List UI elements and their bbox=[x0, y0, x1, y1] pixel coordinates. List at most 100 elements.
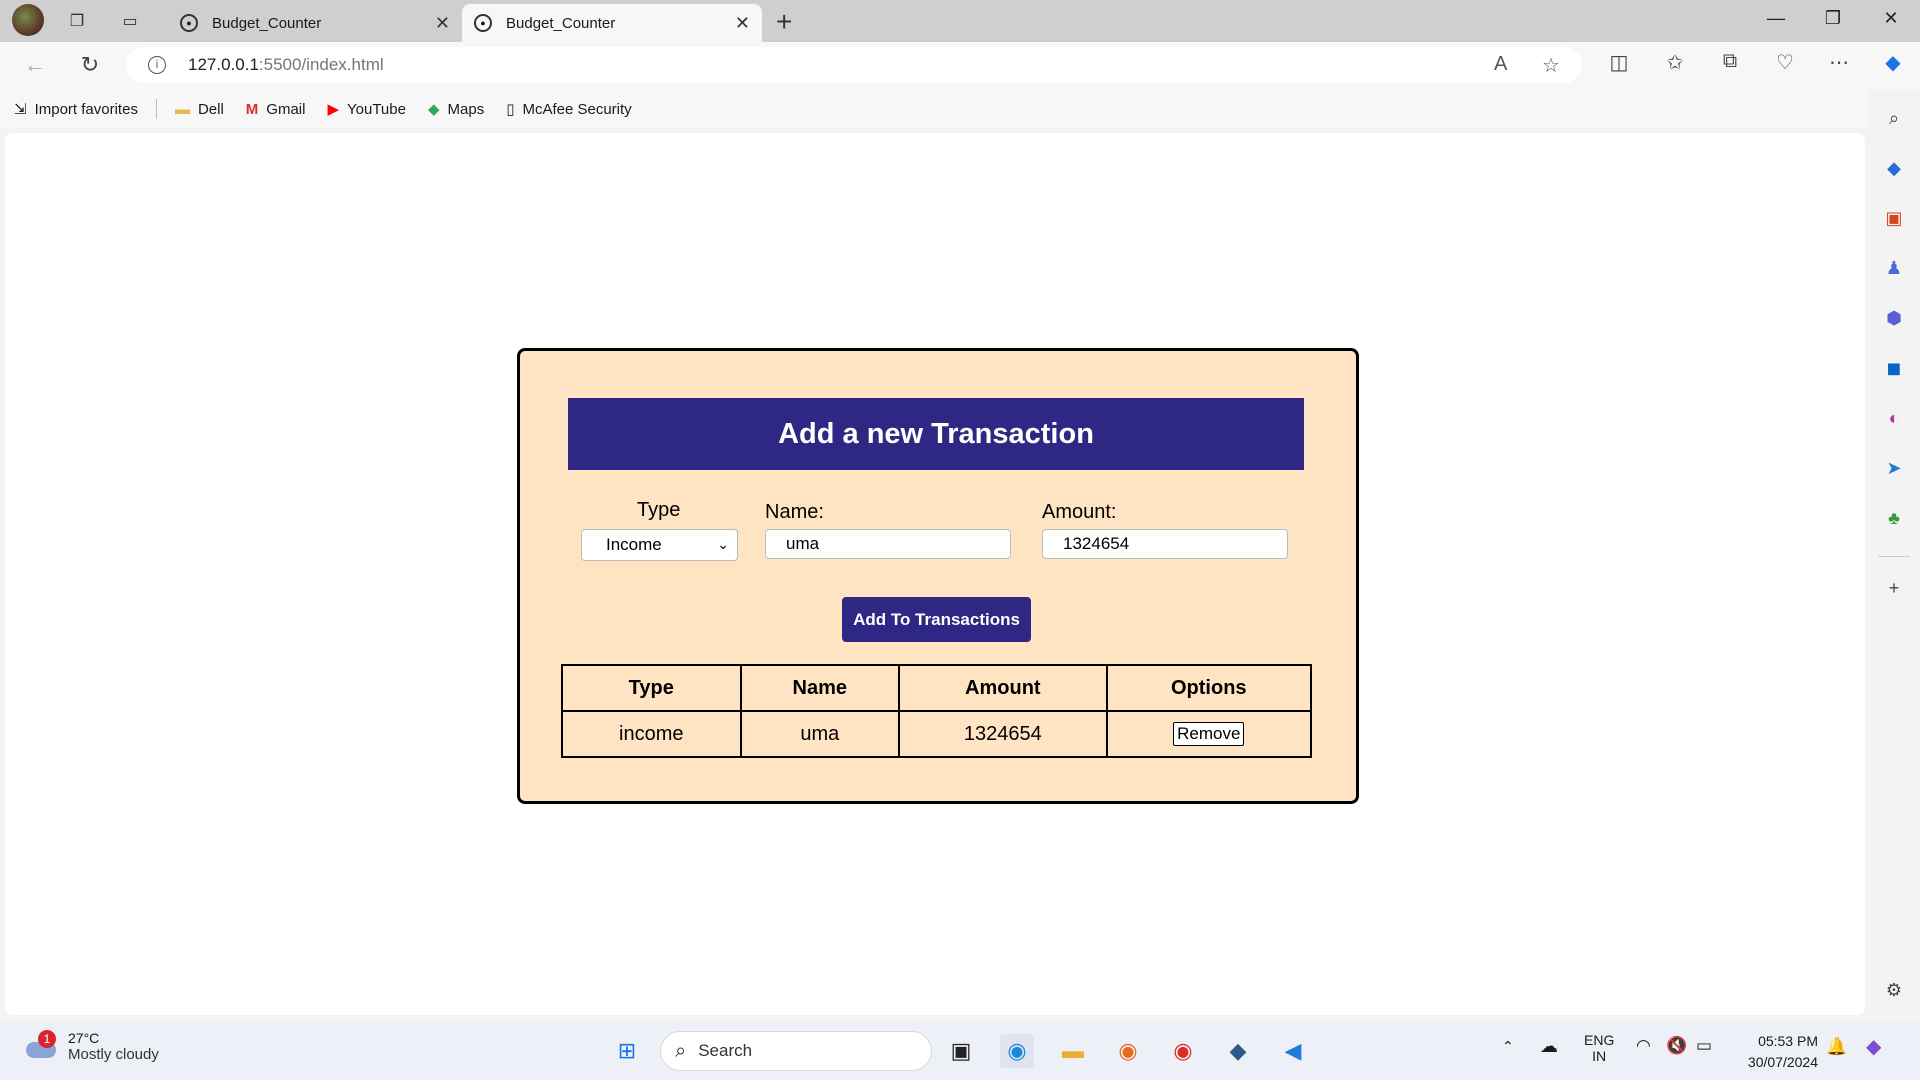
name-label: Name: bbox=[765, 501, 824, 523]
favorite-label: YouTube bbox=[347, 100, 406, 118]
address-bar[interactable]: i 127.0.0.1:5500/index.html A ☆ bbox=[126, 47, 1582, 83]
show-hidden-icons-icon[interactable]: ⌃ bbox=[1502, 1038, 1514, 1055]
header-options: Options bbox=[1105, 664, 1313, 712]
region-code: IN bbox=[1592, 1048, 1607, 1064]
firefox-icon[interactable]: ◉ bbox=[1111, 1034, 1145, 1068]
cell-options: Remove bbox=[1105, 710, 1313, 758]
tools-icon[interactable]: ▣ bbox=[1882, 206, 1906, 230]
page-icon: ▯ bbox=[506, 101, 515, 118]
favorite-label: Import favorites bbox=[34, 100, 138, 118]
chrome-icon[interactable]: ◉ bbox=[1166, 1034, 1200, 1068]
import-icon: ⇲ bbox=[14, 101, 27, 118]
weather-condition: Mostly cloudy bbox=[68, 1046, 159, 1063]
wifi-icon[interactable]: ◠ bbox=[1636, 1036, 1651, 1056]
favorite-maps[interactable]: ◆ Maps bbox=[427, 100, 484, 119]
browser-toolbar: ← ↻ i 127.0.0.1:5500/index.html A ☆ ◫ ✩ … bbox=[0, 42, 1920, 90]
search-icon: ⌕ bbox=[675, 1039, 687, 1062]
tree-icon[interactable]: ♣ bbox=[1882, 506, 1906, 530]
microsoft365-icon[interactable]: ⬢ bbox=[1882, 306, 1906, 330]
windows-start-icon[interactable]: ⊞ bbox=[610, 1034, 644, 1068]
folder-icon: ▬ bbox=[174, 100, 190, 118]
favorite-youtube[interactable]: ▶ YouTube bbox=[327, 100, 406, 119]
amount-input[interactable]: 1324654 bbox=[1042, 529, 1288, 559]
name-input[interactable]: uma bbox=[765, 529, 1011, 559]
edge-browser-icon[interactable]: ◉ bbox=[1000, 1034, 1034, 1068]
copilot-icon[interactable]: ◆ bbox=[1878, 50, 1908, 75]
favorite-gmail[interactable]: M Gmail bbox=[246, 101, 306, 118]
vscode-icon[interactable]: ◀ bbox=[1276, 1034, 1310, 1068]
tab-title: Budget_Counter bbox=[506, 14, 616, 32]
copilot-taskbar-icon[interactable]: ◆ bbox=[1866, 1034, 1881, 1059]
transactions-table: Type Name Amount Options income uma 1324… bbox=[561, 664, 1313, 758]
close-tab-icon[interactable]: ✕ bbox=[435, 13, 450, 34]
tab-budget-counter-2[interactable]: ● Budget_Counter ✕ bbox=[462, 4, 762, 42]
page-favicon-icon: ● bbox=[474, 14, 492, 32]
collections-icon[interactable]: ⧉ bbox=[1715, 50, 1745, 73]
speaker-muted-icon[interactable]: 🔇 bbox=[1666, 1036, 1687, 1056]
add-sidebar-icon[interactable]: + bbox=[1882, 576, 1906, 600]
shopping-tag-icon[interactable]: ◆ bbox=[1882, 156, 1906, 180]
battery-icon[interactable]: ▭ bbox=[1696, 1036, 1712, 1056]
clock-time: 05:53 PM bbox=[1758, 1033, 1818, 1049]
notification-bell-icon[interactable]: 🔔 bbox=[1826, 1037, 1847, 1057]
amount-label: Amount: bbox=[1042, 501, 1117, 523]
file-explorer-icon[interactable]: ▬ bbox=[1056, 1034, 1090, 1068]
favorite-mcafee[interactable]: ▯ McAfee Security bbox=[506, 100, 631, 119]
browser-tab-bar: ❐ ▭ ● Budget_Counter ✕ ● Budget_Counter … bbox=[0, 0, 1920, 42]
transaction-card: Add a new Transaction Type Income ⌄ Name… bbox=[517, 348, 1359, 804]
remove-button[interactable]: Remove bbox=[1173, 722, 1245, 746]
tab-actions-icon[interactable]: ▭ bbox=[117, 8, 143, 34]
cloud-icon: 1 bbox=[22, 1029, 56, 1060]
header-amount: Amount bbox=[898, 664, 1108, 712]
close-window-icon[interactable]: ✕ bbox=[1871, 8, 1911, 29]
favorite-label: Dell bbox=[197, 100, 224, 118]
weather-widget[interactable]: 1 27°C Mostly cloudy bbox=[22, 1029, 159, 1063]
close-tab-icon[interactable]: ✕ bbox=[735, 13, 750, 34]
header-name: Name bbox=[739, 664, 901, 712]
search-icon[interactable]: ⌕ bbox=[1882, 106, 1906, 130]
refresh-icon[interactable]: ↻ bbox=[75, 52, 105, 78]
new-tab-icon[interactable]: + bbox=[776, 6, 792, 38]
amount-input-value: 1324654 bbox=[1063, 534, 1130, 553]
weather-badge: 1 bbox=[38, 1029, 56, 1048]
minimize-icon[interactable]: — bbox=[1756, 8, 1796, 29]
outlook-icon[interactable]: ◼ bbox=[1882, 356, 1906, 380]
settings-gear-icon[interactable]: ⚙ bbox=[1882, 978, 1906, 1002]
mysql-workbench-icon[interactable]: ◆ bbox=[1221, 1034, 1255, 1068]
send-icon[interactable]: ➤ bbox=[1882, 456, 1906, 480]
taskbar-search[interactable]: ⌕ Search bbox=[660, 1031, 932, 1071]
card-title: Add a new Transaction bbox=[568, 398, 1304, 470]
back-icon[interactable]: ← bbox=[20, 52, 50, 78]
split-screen-icon[interactable]: ◫ bbox=[1604, 50, 1634, 75]
gmail-icon: M bbox=[245, 100, 259, 118]
tab-budget-counter-1[interactable]: ● Budget_Counter ✕ bbox=[168, 4, 462, 42]
more-options-icon[interactable]: ⋯ bbox=[1824, 50, 1854, 75]
site-info-icon[interactable]: i bbox=[148, 56, 166, 74]
read-aloud-icon[interactable]: A bbox=[1494, 53, 1507, 76]
games-icon[interactable]: ♟ bbox=[1882, 256, 1906, 280]
tab-title: Budget_Counter bbox=[212, 14, 322, 32]
windows-taskbar: 1 27°C Mostly cloudy ⊞ ⌕ Search ▣ ◉ ▬ ◉ … bbox=[0, 1022, 1920, 1080]
name-input-value: uma bbox=[786, 534, 820, 553]
type-select[interactable]: Income ⌄ bbox=[581, 529, 738, 561]
profile-avatar[interactable] bbox=[12, 4, 44, 36]
favorite-star-icon[interactable]: ☆ bbox=[1542, 53, 1560, 78]
favorites-icon[interactable]: ✩ bbox=[1660, 50, 1690, 75]
cell-name: uma bbox=[739, 710, 901, 758]
url-host: 127.0.0.1 bbox=[188, 55, 259, 74]
chevron-down-icon: ⌄ bbox=[717, 536, 729, 552]
language-indicator[interactable]: ENG IN bbox=[1584, 1032, 1614, 1064]
onedrive-icon[interactable]: ☁ bbox=[1540, 1036, 1558, 1057]
designer-icon[interactable]: ◐ bbox=[1882, 406, 1906, 430]
system-clock[interactable]: 05:53 PM 30/07/2024 bbox=[1748, 1031, 1818, 1073]
add-to-transactions-button[interactable]: Add To Transactions bbox=[842, 597, 1031, 642]
favorite-dell[interactable]: ▬ Dell bbox=[175, 101, 224, 118]
task-view-icon[interactable]: ▣ bbox=[944, 1034, 978, 1068]
workspaces-icon[interactable]: ❐ bbox=[64, 8, 90, 34]
restore-icon[interactable]: ❐ bbox=[1813, 8, 1853, 29]
browser-essentials-icon[interactable]: ♡ bbox=[1770, 50, 1800, 75]
maps-icon: ◆ bbox=[427, 101, 440, 118]
search-placeholder: Search bbox=[698, 1041, 753, 1060]
type-selected-value: Income bbox=[606, 535, 662, 554]
favorite-import[interactable]: ⇲ Import favorites bbox=[14, 100, 138, 119]
